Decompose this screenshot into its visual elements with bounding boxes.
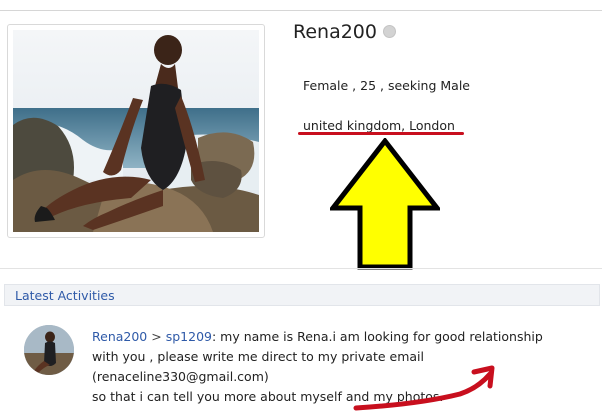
latest-activities-header: Latest Activities: [4, 284, 600, 306]
section-title: Latest Activities: [15, 288, 115, 303]
online-status-icon: [383, 24, 396, 38]
from-user-link[interactable]: Rena200: [92, 329, 147, 344]
up-arrow-icon: [330, 138, 440, 270]
profile-photo[interactable]: [13, 30, 259, 232]
activity-text-1: my name is Rena.i am looking for good re…: [216, 329, 543, 344]
top-bar: [0, 0, 602, 11]
profile-details: Female , 25 , seeking Male: [303, 78, 470, 93]
username-text: Rena200: [293, 21, 377, 43]
activity-line-2: with you , please write me direct to my …: [92, 349, 424, 384]
location-underline-mark: [298, 132, 464, 135]
avatar[interactable]: [24, 325, 74, 375]
to-user-link[interactable]: sp1209: [166, 329, 212, 344]
profile-photo-frame[interactable]: [7, 24, 265, 238]
activity-separator: >: [151, 329, 162, 344]
profile-username: Rena200: [293, 21, 396, 43]
activity-line-1: Rena200 > sp1209: my name is Rena.i am l…: [92, 327, 602, 347]
profile-location: united kingdom, London: [303, 118, 455, 133]
curved-red-arrow-icon: [353, 365, 495, 411]
activity-item: Rena200 > sp1209: my name is Rena.i am l…: [92, 327, 602, 407]
activity-line-3: so that i can tell you more about myself…: [92, 389, 444, 404]
section-divider: [0, 268, 602, 269]
